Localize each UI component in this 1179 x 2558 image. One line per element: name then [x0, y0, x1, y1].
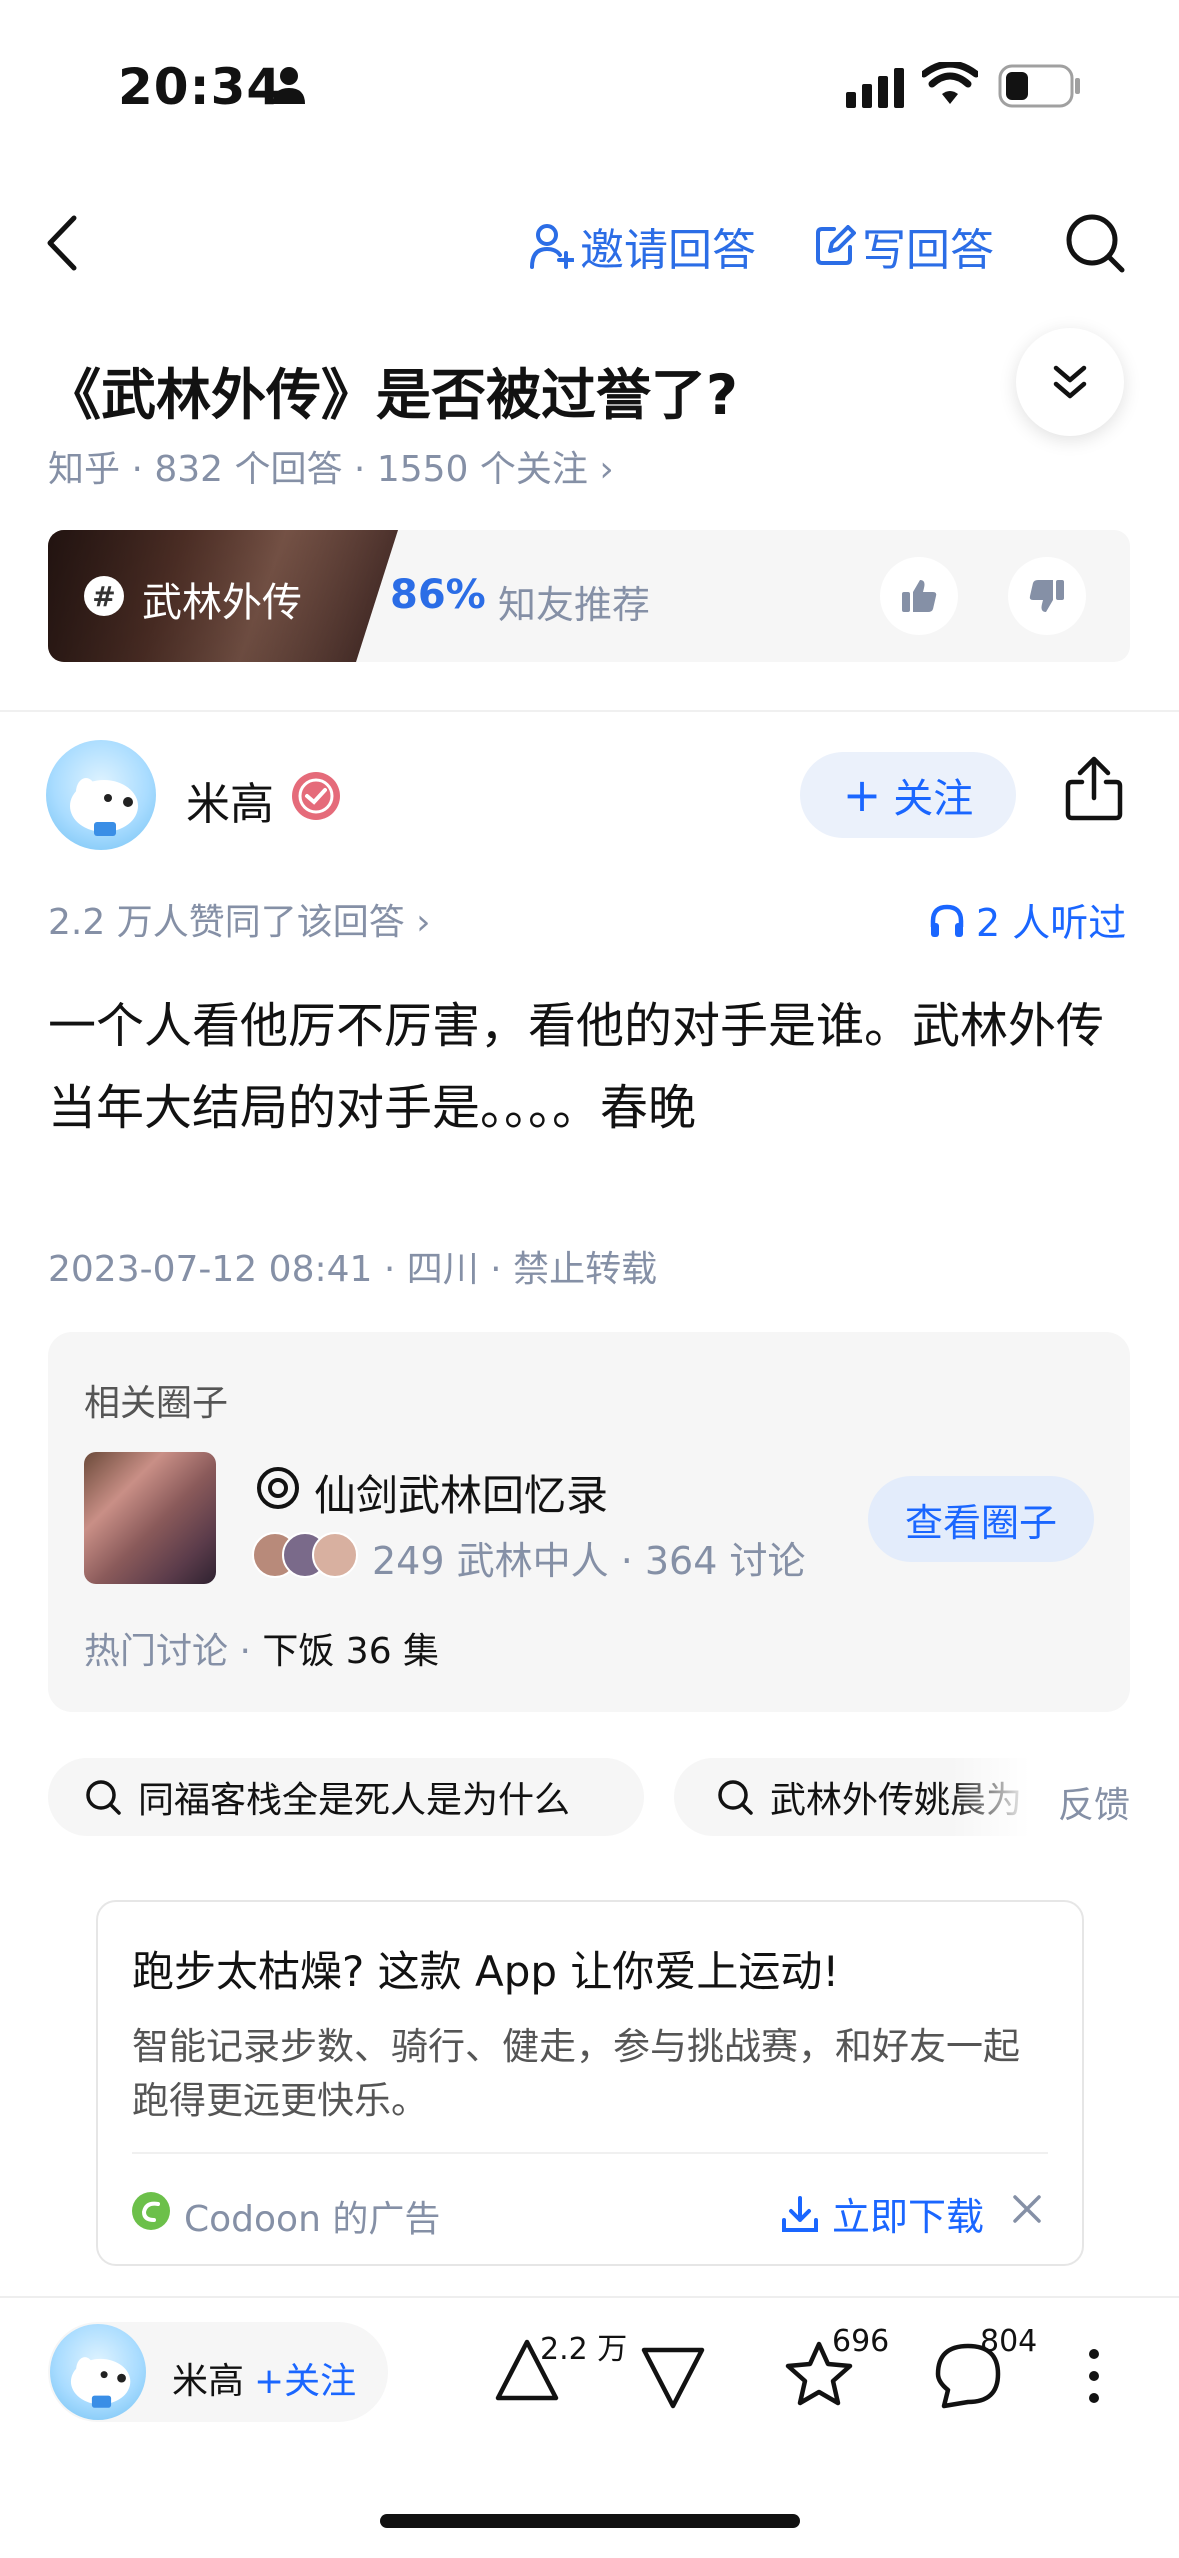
- search-chip[interactable]: 同福客栈全是死人是为什么: [48, 1758, 644, 1836]
- write-answer-label: 写回答: [862, 225, 994, 276]
- circle-cover-image: [84, 1452, 216, 1584]
- more-icon: [1089, 2349, 1099, 2403]
- verified-badge-icon: [290, 770, 342, 826]
- collapse-chevrons-icon: [1053, 365, 1087, 399]
- download-icon: [782, 2195, 818, 2232]
- ad-title: 跑步太枯燥? 这款 App 让你爱上运动!: [132, 1947, 840, 1996]
- downvote-button[interactable]: [640, 2346, 706, 2414]
- ad-sponsor: Codoon 的广告: [184, 2199, 441, 2240]
- download-button[interactable]: 立即下载: [780, 2186, 984, 2241]
- back-icon: [47, 215, 77, 271]
- search-small-icon: [718, 1780, 753, 1815]
- back-button[interactable]: [44, 214, 80, 276]
- ad-body: 智能记录步数、骑行、健走，参与挑战赛，和好友一起跑得更远更快乐。: [132, 2025, 1020, 2122]
- more-button[interactable]: [1084, 2346, 1104, 2410]
- search-chip-label: 同福客栈全是死人是为什么: [138, 1780, 571, 1821]
- ad-divider: [132, 2152, 1048, 2154]
- circle-stats: 249 武林中人 · 364 讨论: [372, 1539, 806, 1583]
- invite-person-icon: [530, 224, 574, 269]
- share-button[interactable]: [1064, 756, 1124, 826]
- thumb-down-icon: [1029, 580, 1064, 612]
- edit-icon: [816, 225, 856, 265]
- circle-name[interactable]: 仙剑武林回忆录: [314, 1462, 608, 1523]
- battery-icon: [998, 64, 1082, 112]
- bottom-author-name: 米高: [172, 2361, 245, 2402]
- question-meta[interactable]: 知乎 · 832 个回答 · 1550 个关注 ›: [48, 440, 614, 492]
- headphone-icon: [930, 904, 964, 937]
- topic-bar[interactable]: # 武林外传 86% 知友推荐: [48, 530, 1130, 662]
- search-button[interactable]: [1064, 212, 1126, 278]
- author-avatar[interactable]: [46, 740, 156, 850]
- close-icon: [1013, 2195, 1041, 2223]
- thumb-up-icon: [902, 580, 937, 612]
- bottom-follow-button[interactable]: +关注: [254, 2352, 356, 2404]
- write-answer-button[interactable]: 写回答: [814, 214, 994, 278]
- person-status-icon: [272, 66, 306, 108]
- share-icon: [1065, 756, 1123, 821]
- topic-dislike-button[interactable]: [1008, 557, 1086, 635]
- follow-label: 关注: [893, 776, 974, 822]
- comment-count: 804: [980, 2324, 1038, 2359]
- likes-summary[interactable]: 2.2 万人赞同了该回答 ›: [48, 893, 431, 945]
- answer-date-meta: 2023-07-12 08:41 · 四川 · 禁止转载: [48, 1249, 658, 1290]
- hashtag-icon: #: [84, 576, 124, 616]
- divider: [0, 710, 1179, 712]
- favorite-count: 696: [832, 2324, 890, 2359]
- circle-hot-discussion[interactable]: 热门讨论 · 下饭 36 集: [84, 1622, 439, 1674]
- circle-heading: 相关圈子: [84, 1383, 229, 1424]
- search-icon: [1066, 214, 1125, 273]
- question-title[interactable]: 《武林外传》是否被过誉了?: [46, 350, 738, 430]
- author-name[interactable]: 米高: [186, 768, 274, 832]
- hot-value: 下饭 36 集: [262, 1631, 440, 1672]
- view-circle-button[interactable]: 查看圈子: [868, 1476, 1094, 1562]
- invite-answer-label: 邀请回答: [580, 225, 756, 276]
- wifi-icon: [920, 60, 980, 110]
- bottom-author-avatar[interactable]: [50, 2324, 146, 2420]
- circle-icon: [256, 1466, 300, 1514]
- upvote-count: 2.2 万: [540, 2332, 628, 2367]
- invite-answer-button[interactable]: 邀请回答: [530, 214, 756, 278]
- home-indicator[interactable]: [380, 2514, 800, 2528]
- search-small-icon: [86, 1780, 121, 1815]
- topic-name: 武林外传: [142, 580, 302, 626]
- download-label: 立即下载: [832, 2195, 985, 2239]
- status-time: 20:34: [118, 58, 283, 116]
- feedback-link[interactable]: 反馈: [1058, 1776, 1130, 1828]
- follow-button[interactable]: + 关注: [800, 752, 1016, 838]
- listen-count-text: 2 人听过: [976, 901, 1127, 945]
- hot-label: 热门讨论 ·: [84, 1631, 263, 1672]
- listen-count[interactable]: 2 人听过: [928, 892, 1126, 947]
- ad-close-button[interactable]: [1012, 2194, 1042, 2228]
- collapse-button[interactable]: [1016, 328, 1124, 436]
- member-avatars: [252, 1530, 362, 1578]
- topic-like-button[interactable]: [880, 557, 958, 635]
- topic-percent: 86%: [390, 572, 486, 618]
- codoon-logo-icon: [132, 2192, 170, 2230]
- downvote-icon: [641, 2347, 705, 2409]
- answer-content[interactable]: 一个人看他厉不厉害，看他的对手是谁。武林外传当年大结局的对手是。。。。春晚: [48, 985, 1138, 1149]
- plus-icon: +: [842, 768, 882, 822]
- signal-icon: [846, 68, 908, 112]
- topic-recommend-text: 知友推荐: [498, 583, 651, 627]
